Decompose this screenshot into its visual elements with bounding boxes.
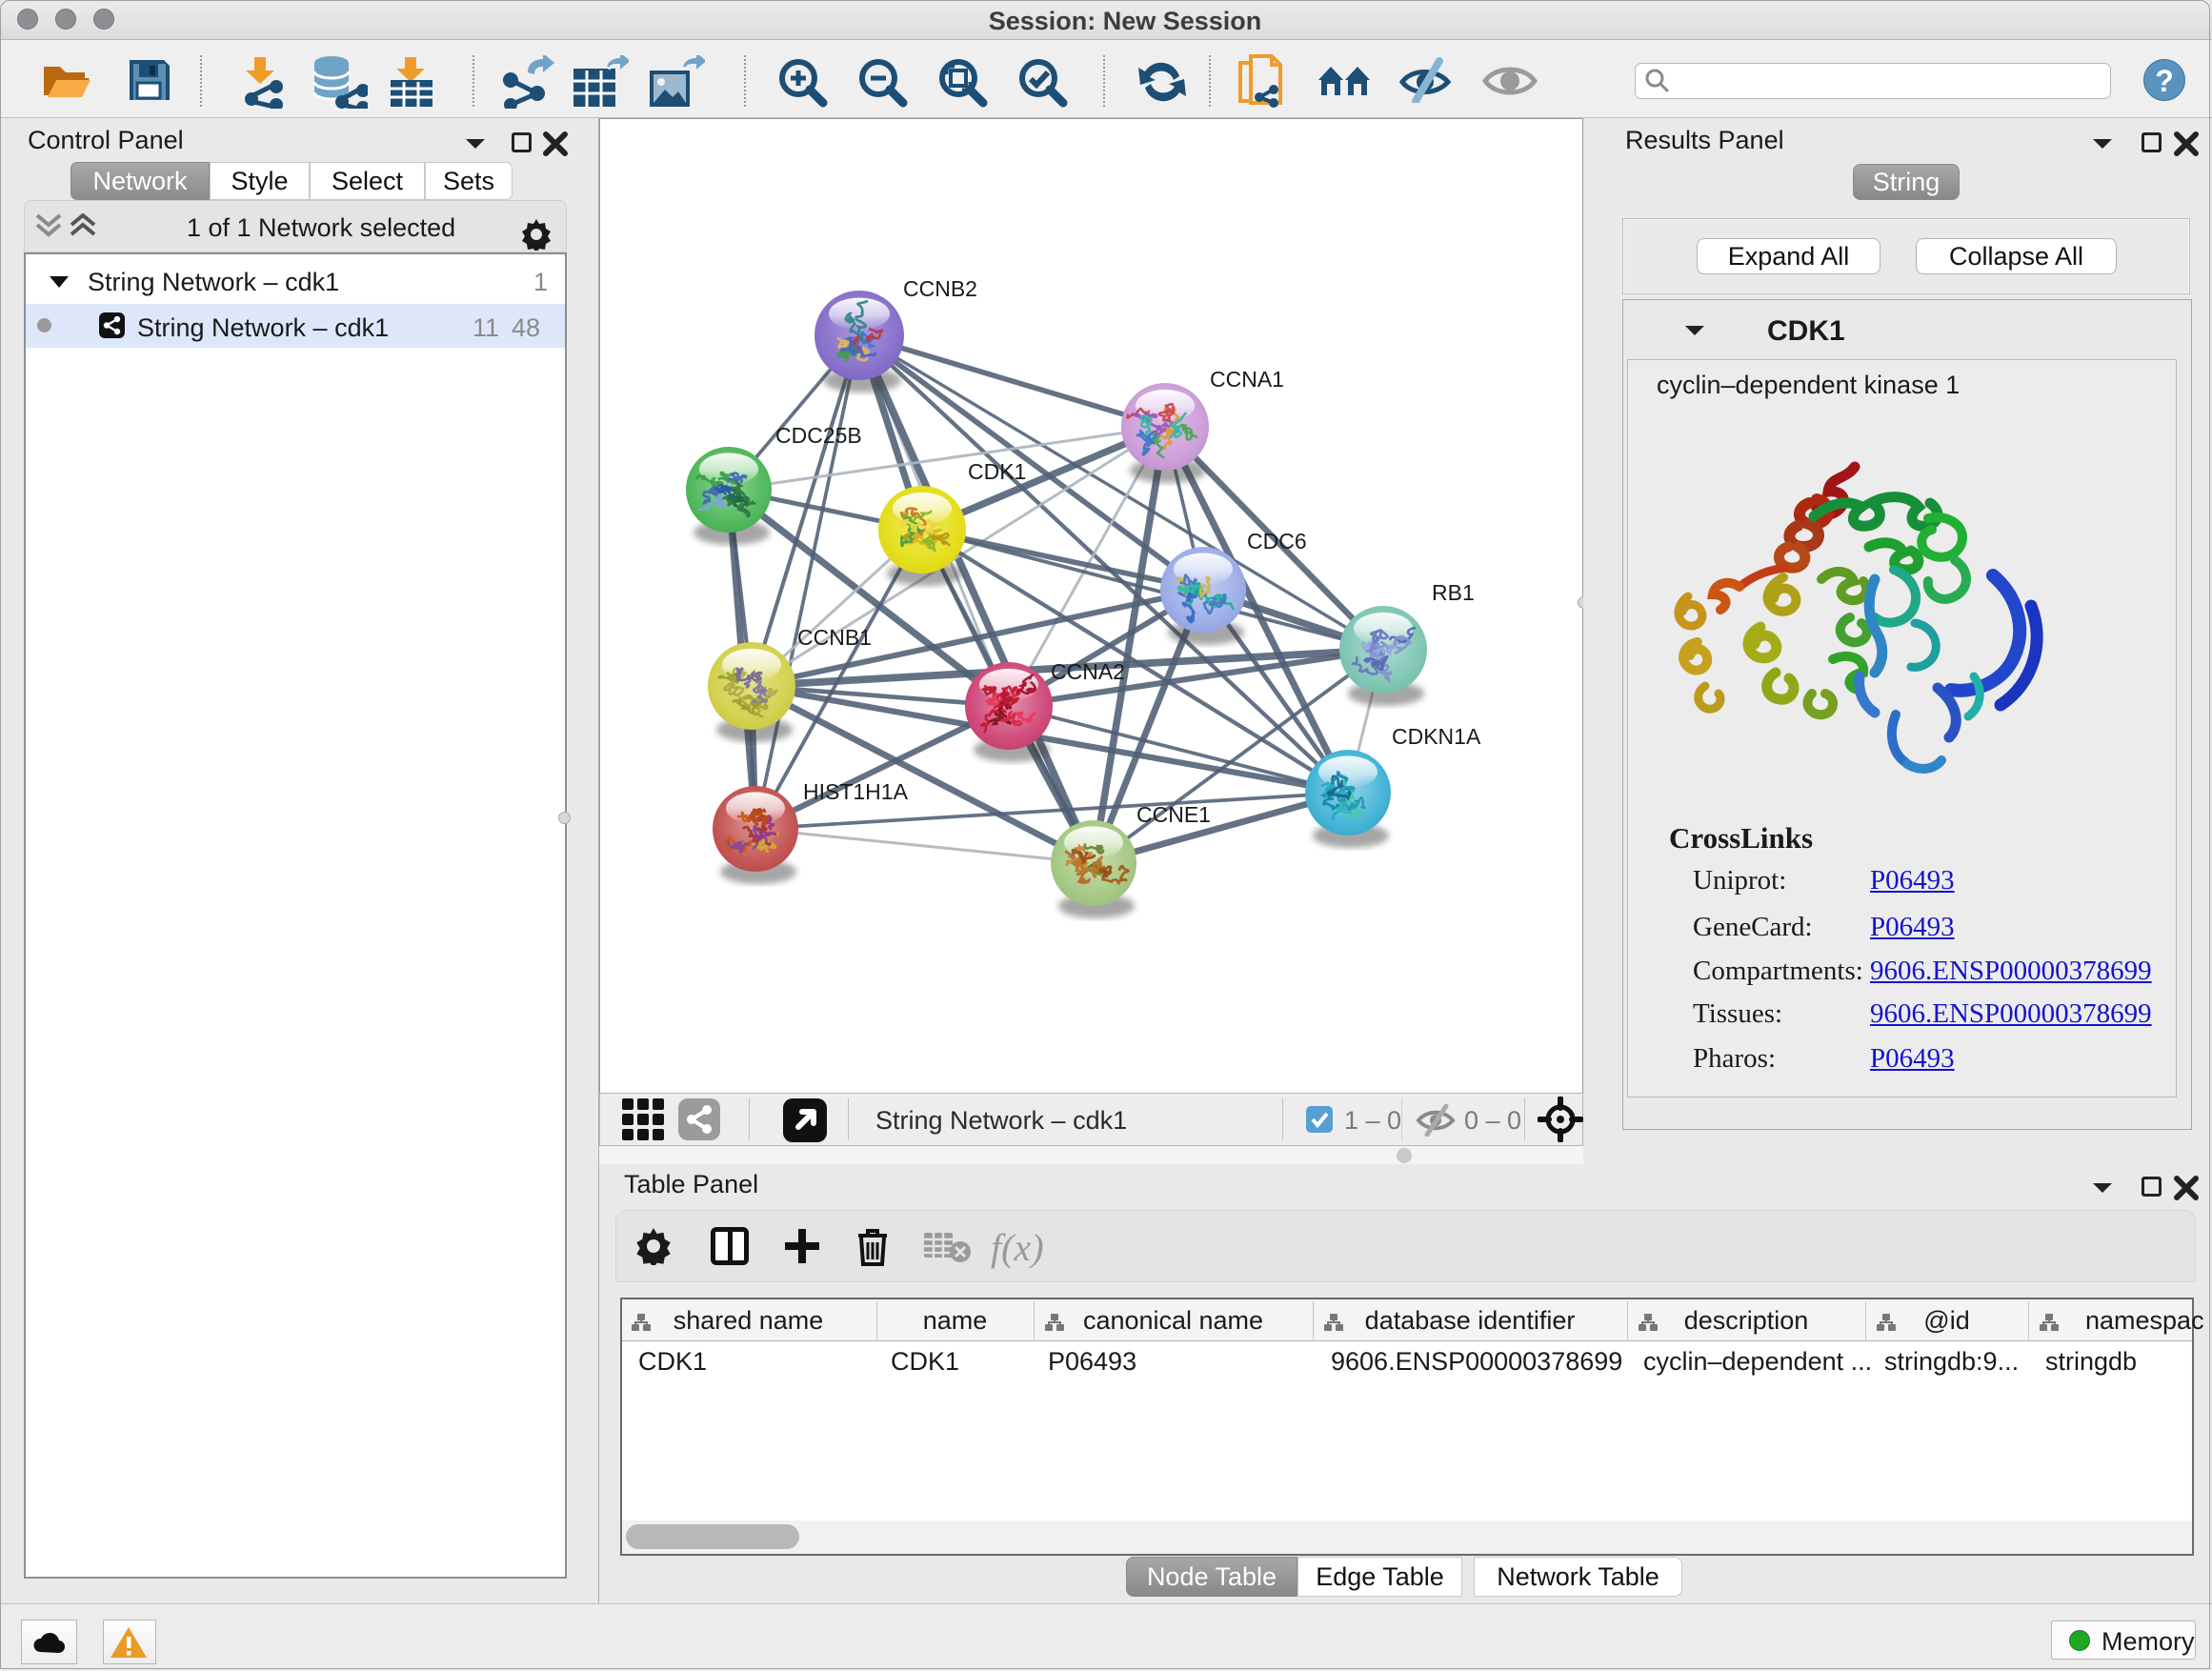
- svg-text:CCNE1: CCNE1: [1136, 802, 1211, 827]
- svg-text:CCNB2: CCNB2: [903, 276, 977, 301]
- svg-text:CCNB1: CCNB1: [797, 625, 872, 650]
- svg-text:CCNA2: CCNA2: [1051, 659, 1125, 684]
- svg-text:CCNA1: CCNA1: [1210, 367, 1284, 392]
- svg-text:CDK1: CDK1: [968, 459, 1026, 484]
- svg-text:CDC6: CDC6: [1247, 529, 1307, 554]
- svg-text:HIST1H1A: HIST1H1A: [803, 779, 909, 804]
- svg-text:CDKN1A: CDKN1A: [1392, 724, 1481, 749]
- svg-text:RB1: RB1: [1432, 580, 1475, 605]
- svg-text:CDC25B: CDC25B: [775, 423, 862, 448]
